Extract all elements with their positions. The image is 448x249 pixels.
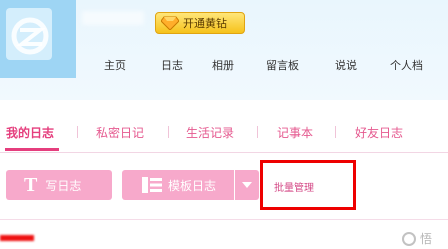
blog-tabs: 我的日志 私密日记 生活记录 记事本 好友日志 [0,110,448,153]
watermark-text: 悟 [420,232,433,246]
content-divider [0,219,448,220]
tab-separator [335,126,336,138]
template-list-icon [142,177,162,193]
open-vip-button[interactable]: 开通黄钻 [155,12,245,34]
watermark: 悟 [402,228,448,249]
nav-item-blog[interactable]: 日志 [161,57,183,73]
tab-separator [168,126,169,138]
highlight-box [260,160,356,210]
main-nav: 主页 日志 相册 留言板 说说 个人档 [0,57,448,77]
template-dropdown-button[interactable] [235,170,259,200]
nav-item-album[interactable]: 相册 [212,57,234,73]
text-t-icon: T [24,173,38,196]
tab-separator [257,126,258,138]
nav-item-home[interactable]: 主页 [104,57,126,73]
nav-item-shuoshuo[interactable]: 说说 [335,57,357,73]
tab-friends-blog[interactable]: 好友日志 [355,124,403,141]
write-blog-button[interactable]: T 写日志 [6,170,112,200]
diamond-icon [161,16,179,30]
tab-separator [77,126,78,138]
blog-toolbar: T 写日志 模板日志 批量管理 [0,157,448,207]
active-tab-underline [5,148,59,151]
nav-item-guestbook[interactable]: 留言板 [266,57,299,73]
template-blog-label: 模板日志 [168,178,217,193]
tab-my-blog[interactable]: 我的日志 [6,124,54,141]
tab-life-records[interactable]: 生活记录 [186,124,234,141]
username-redacted [82,11,144,25]
tab-notebook[interactable]: 记事本 [277,124,313,141]
nav-item-profile[interactable]: 个人档 [390,57,423,73]
caret-down-icon [242,182,252,188]
profile-header: 开通黄钻 主页 日志 相册 留言板 说说 个人档 [0,0,448,100]
write-blog-label: 写日志 [45,178,82,193]
watermark-circle-icon [402,231,416,246]
redacted-red-mark [0,235,34,241]
open-vip-label: 开通黄钻 [183,17,227,30]
tab-private-diary[interactable]: 私密日记 [96,124,144,141]
template-blog-button[interactable]: 模板日志 [122,170,234,200]
